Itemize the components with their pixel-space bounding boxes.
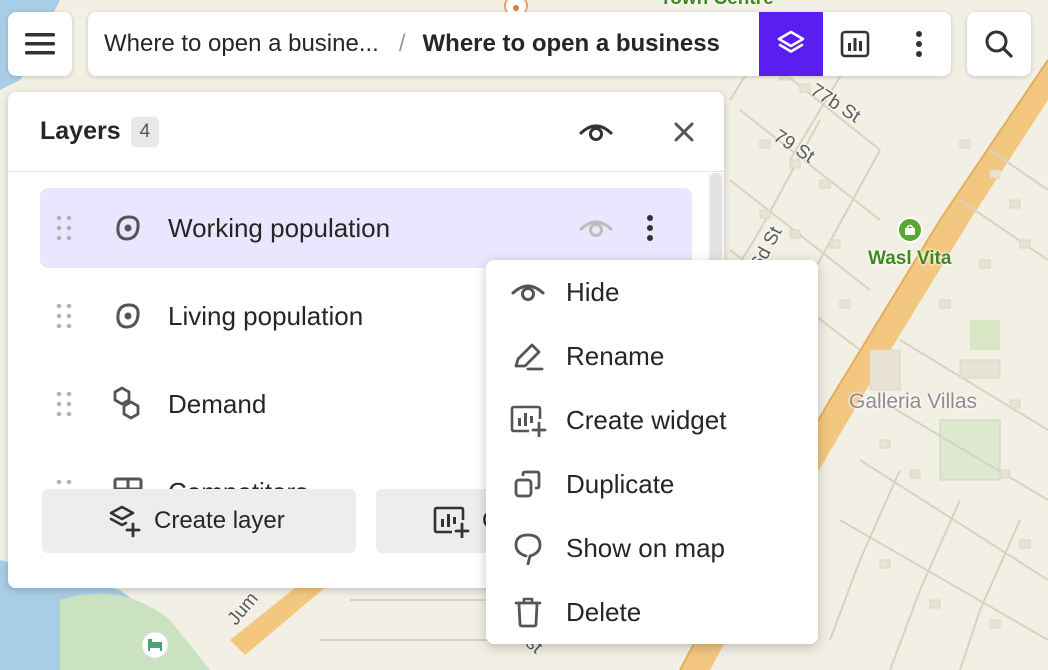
layer-row-working-population[interactable]: Working population (40, 188, 692, 268)
hotel-pin-icon[interactable] (140, 630, 170, 660)
menu-item-delete[interactable]: Delete (486, 580, 818, 644)
trash-glyph-icon (514, 597, 542, 628)
menu-item-label: Create widget (566, 404, 727, 435)
map-label-town-centre: Town Centre (660, 0, 774, 10)
layers-plus-icon (109, 505, 141, 538)
polygon-shape-icon (116, 303, 140, 329)
widget-add-icon (508, 403, 548, 437)
close-panel-button[interactable] (664, 112, 704, 152)
hexagons-icon (108, 386, 148, 422)
menu-button[interactable] (8, 12, 72, 76)
menu-item-label: Duplicate (566, 468, 675, 499)
create-layer-button[interactable]: Create layer (42, 489, 356, 553)
eye-icon (508, 280, 548, 304)
layer-name: Living population (168, 300, 364, 331)
polygon-point-icon (108, 213, 148, 243)
breadcrumb: Where to open a busine... / Where to ope… (88, 30, 759, 58)
more-options-button[interactable] (887, 12, 951, 76)
trash-icon (508, 596, 548, 628)
menu-item-rename[interactable]: Rename (486, 324, 818, 388)
copy-glyph-icon (514, 470, 541, 498)
drag-dots-icon (56, 303, 72, 329)
menu-item-create-widget[interactable]: Create widget (486, 388, 818, 452)
chart-plus-glyph-icon (510, 405, 547, 437)
drag-handle-icon[interactable] (52, 215, 76, 241)
grid-icon (108, 477, 148, 489)
layers-button[interactable] (759, 12, 823, 76)
drag-handle-icon[interactable] (52, 391, 76, 417)
layers-count-badge: 4 (130, 116, 160, 147)
breadcrumb-parent-link[interactable]: Where to open a busine... (104, 30, 379, 58)
pencil-glyph-icon (514, 343, 544, 371)
toggle-all-visibility-button[interactable] (576, 114, 616, 150)
drag-handle-icon[interactable] (52, 479, 76, 489)
map-label-galleria-villas: Galleria Villas (849, 390, 977, 413)
eye-glyph-icon (511, 284, 545, 301)
dashboard-button[interactable] (823, 12, 887, 76)
breadcrumb-current: Where to open a business (422, 30, 720, 57)
layer-more-button[interactable] (636, 208, 664, 248)
location-glyph-icon (514, 533, 542, 565)
layers-panel-title: Layers (40, 117, 121, 145)
menu-item-label: Rename (566, 340, 665, 371)
menu-item-label: Show on map (566, 532, 725, 563)
layer-visibility-toggle[interactable] (576, 210, 616, 246)
map-label-wasl-vita: Wasl Vita (868, 248, 952, 269)
drag-dots-icon (56, 215, 72, 241)
menu-item-hide[interactable]: Hide (486, 260, 818, 324)
layer-add-icon (108, 504, 142, 538)
vertical-dots-icon (647, 215, 653, 241)
eye-icon (579, 124, 613, 141)
layer-name: Competitors (168, 477, 308, 490)
top-bar: Where to open a busine... / Where to ope… (88, 12, 951, 76)
hexagon-cluster-icon (113, 386, 140, 420)
eye-icon (579, 220, 613, 237)
layer-context-menu: Hide Rename Create widget Duplicate Show… (486, 260, 818, 644)
table-grid-icon (113, 477, 143, 489)
vertical-dots-icon (916, 31, 922, 57)
menu-item-label: Hide (566, 276, 620, 307)
polygon-point-icon (108, 301, 148, 331)
search-icon (985, 30, 1013, 58)
drag-dots-icon (56, 391, 72, 417)
pencil-icon (508, 340, 548, 372)
search-button[interactable] (967, 12, 1031, 76)
drag-handle-icon[interactable] (52, 303, 76, 329)
bar-chart-icon (840, 30, 870, 58)
menu-item-label: Delete (566, 596, 642, 627)
shop-pin-icon[interactable] (897, 216, 923, 244)
drag-dots-icon (56, 479, 72, 485)
polygon-shape-icon (116, 215, 140, 241)
duplicate-icon (508, 468, 548, 500)
menu-item-show-on-map[interactable]: Show on map (486, 516, 818, 580)
menu-item-duplicate[interactable]: Duplicate (486, 452, 818, 516)
hamburger-icon (25, 33, 55, 55)
close-icon (674, 122, 694, 142)
create-layer-label: Create layer (154, 507, 285, 534)
layers-panel-header: Layers 4 (8, 92, 724, 172)
layers-icon (777, 30, 805, 53)
layer-name: Working population (168, 212, 391, 243)
map-pin-icon (508, 531, 548, 565)
chart-plus-icon (433, 506, 470, 538)
layer-name: Demand (168, 388, 267, 419)
breadcrumb-separator: / (398, 30, 406, 57)
widget-add-icon (432, 504, 470, 538)
